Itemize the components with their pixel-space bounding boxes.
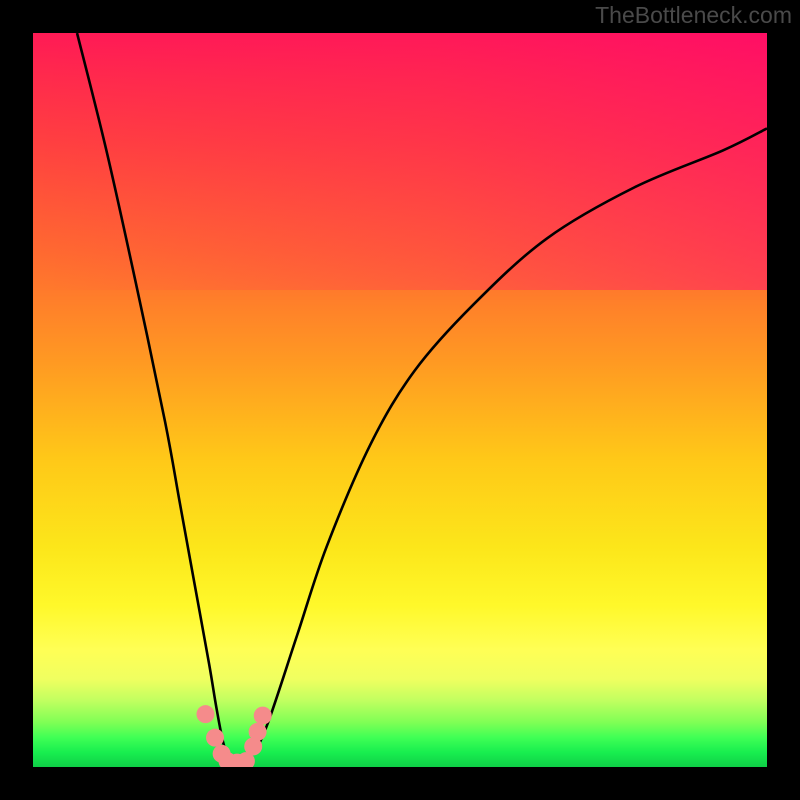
- marker-group: [196, 705, 271, 767]
- marker-dot: [254, 707, 272, 725]
- marker-layer: [33, 33, 767, 767]
- watermark-label: TheBottleneck.com: [595, 2, 792, 29]
- marker-dot: [196, 705, 214, 723]
- marker-dot: [249, 723, 267, 741]
- chart-frame: TheBottleneck.com: [0, 0, 800, 800]
- plot-area: [33, 33, 767, 767]
- marker-dot: [206, 729, 224, 747]
